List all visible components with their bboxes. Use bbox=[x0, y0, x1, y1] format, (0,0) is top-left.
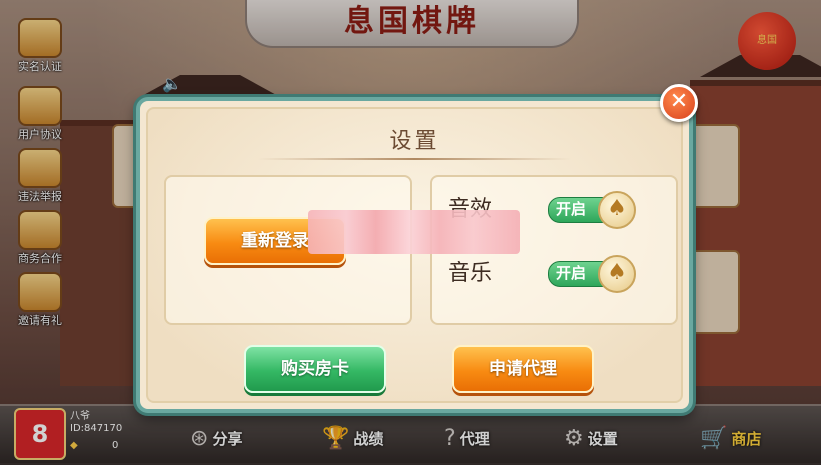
sound-effect-toggle[interactable]: 开启 ♠ bbox=[548, 191, 636, 229]
buy-room-card-button[interactable]: 购买房卡 bbox=[244, 345, 386, 393]
dialog-title: 设置 bbox=[389, 129, 440, 154]
toggle-state: 开启 bbox=[556, 264, 587, 282]
title-divider bbox=[258, 158, 571, 160]
spade-icon: ♠ bbox=[598, 255, 636, 293]
settings-dialog: 设置 重新登录 音效 音乐 开启 ♠ 开启 ♠ 购买房卡 申请代理 bbox=[136, 97, 693, 413]
toggle-state: 开启 bbox=[556, 200, 587, 218]
close-icon[interactable]: ✕ bbox=[660, 84, 698, 122]
music-label: 音乐 bbox=[448, 261, 493, 286]
settings-dialog-body: 设置 重新登录 音效 音乐 开启 ♠ 开启 ♠ 购买房卡 申请代理 bbox=[146, 107, 683, 403]
spade-icon: ♠ bbox=[598, 191, 636, 229]
apply-agent-button[interactable]: 申请代理 bbox=[452, 345, 594, 393]
redacted-overlay bbox=[308, 210, 520, 254]
music-toggle[interactable]: 开启 ♠ bbox=[548, 255, 636, 293]
